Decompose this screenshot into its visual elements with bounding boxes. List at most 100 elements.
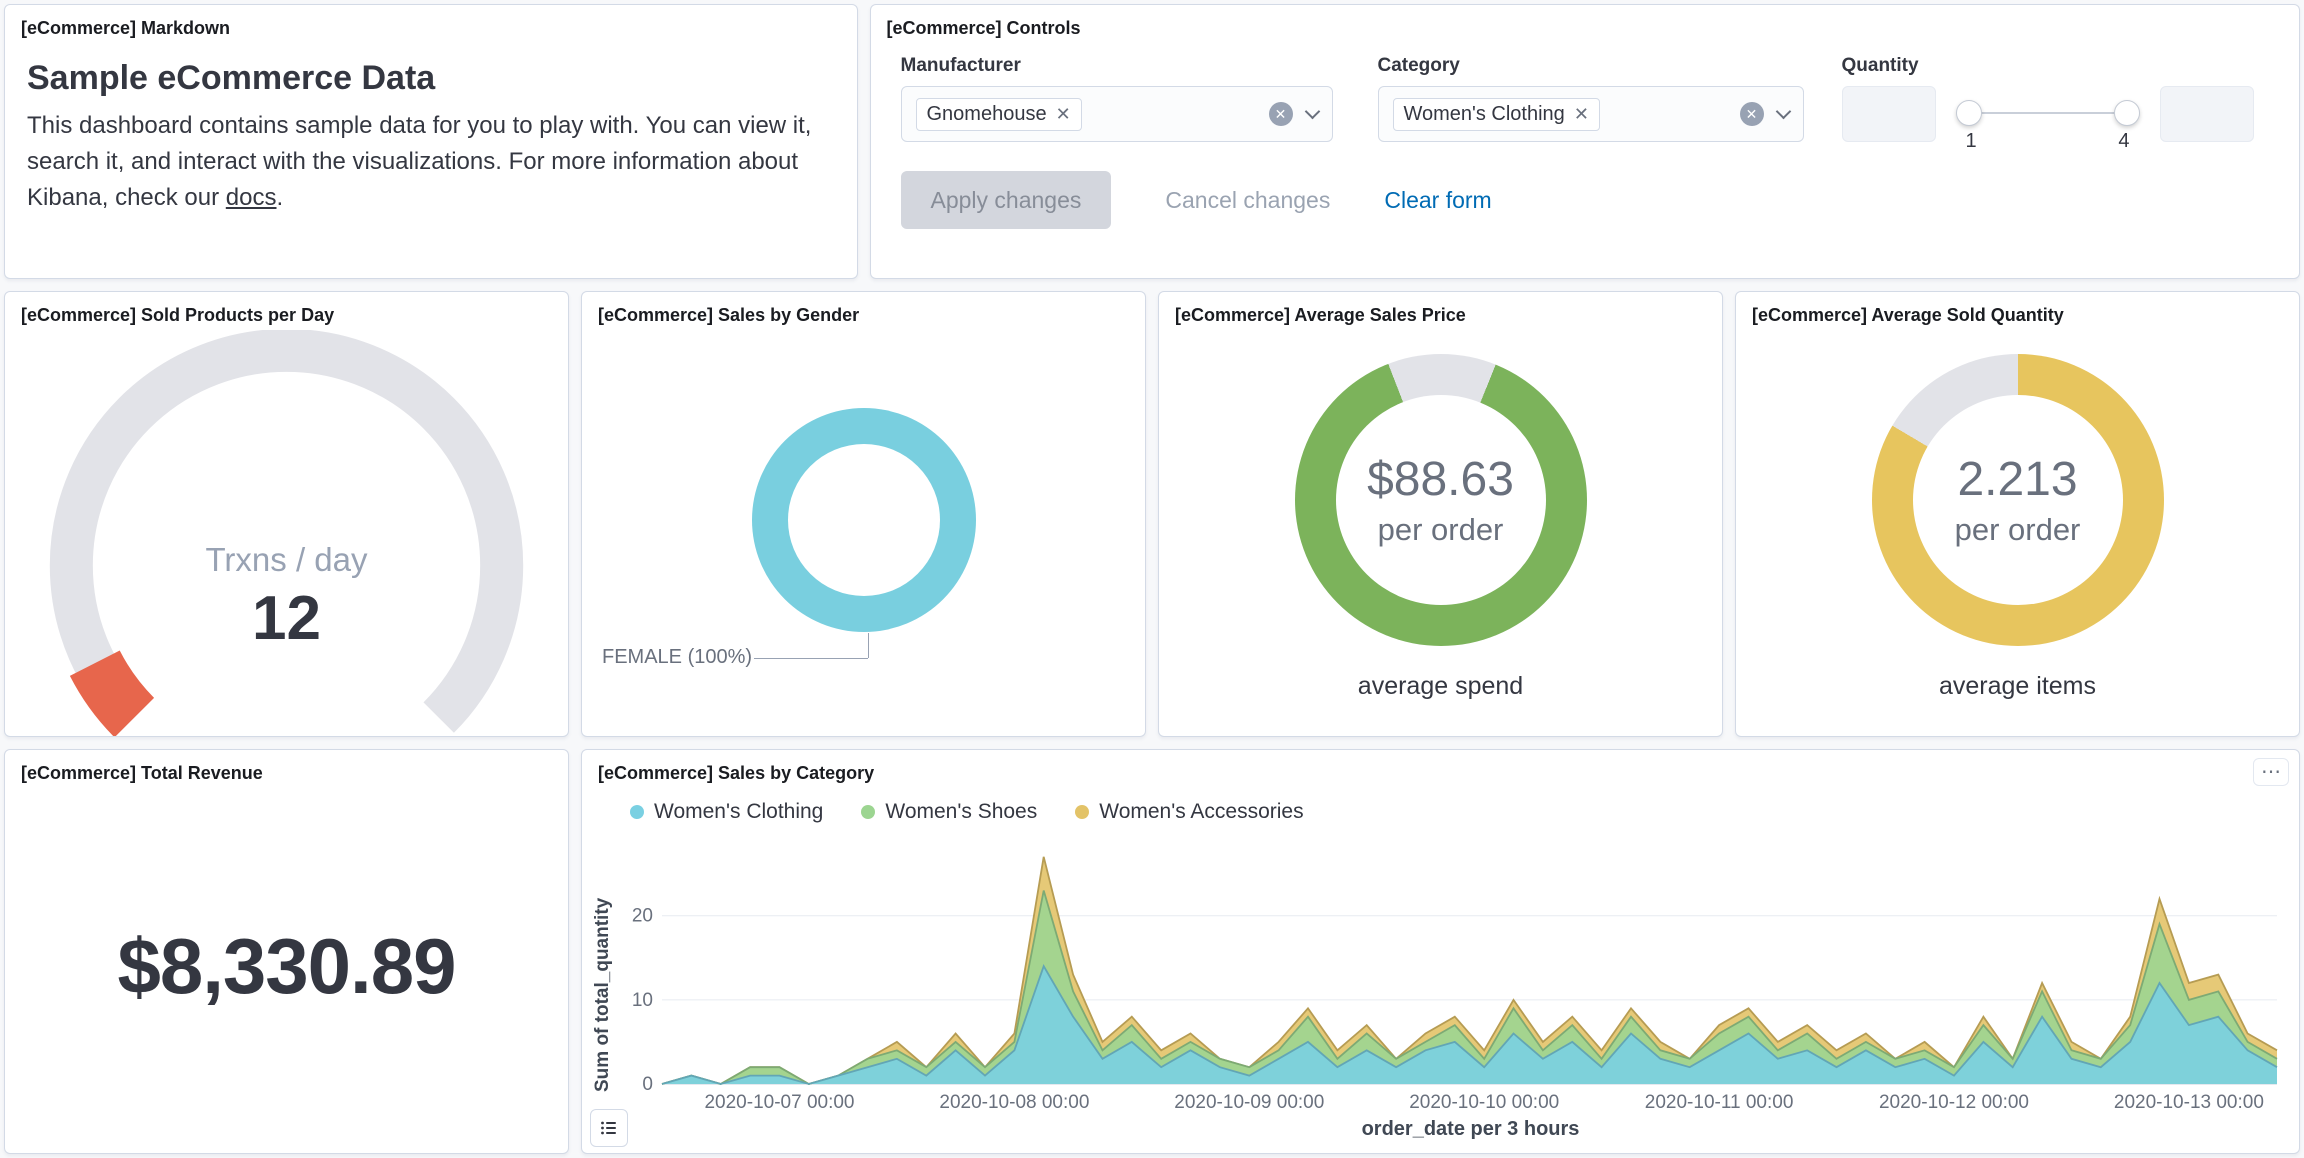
chevron-down-icon[interactable] [1304,103,1320,119]
clear-manufacturer-icon[interactable]: ✕ [1269,102,1293,126]
clear-form-link[interactable]: Clear form [1384,187,1491,214]
total-revenue-value: $8,330.89 [5,788,568,1153]
goal-center-text: 2.213 per order [1913,395,2123,605]
panel-options-icon[interactable]: ⋯ [2253,758,2289,786]
panel-title-avg-price: [eCommerce] Average Sales Price [1159,292,1722,330]
markdown-heading: Sample eCommerce Data [27,59,835,98]
panel-title-markdown: [eCommerce] Markdown [5,5,857,43]
svg-text:2020-10-08 00:00: 2020-10-08 00:00 [939,1092,1089,1113]
svg-text:2020-10-12 00:00: 2020-10-12 00:00 [1879,1092,2029,1113]
legend-color-dot [861,805,875,819]
goal-center-text: $88.63 per order [1336,395,1546,605]
legend-toggle-button[interactable] [590,1109,628,1147]
slider-handle-min[interactable] [1956,100,1982,126]
svg-text:2020-10-10 00:00: 2020-10-10 00:00 [1409,1092,1559,1113]
quantity-max-input[interactable] [2160,86,2254,142]
legend-color-dot [1075,805,1089,819]
donut-hole [788,444,940,596]
controls-buttons-row: Apply changes Cancel changes Clear form [901,171,2270,229]
remove-category-icon[interactable]: ✕ [1574,105,1589,123]
callout-line [868,633,869,658]
remove-manufacturer-icon[interactable]: ✕ [1056,105,1071,123]
legend-item[interactable]: Women's Shoes [861,800,1037,824]
panel-average-sales-price: [eCommerce] Average Sales Price $88.63 p… [1158,291,1723,737]
panel-title-revenue: [eCommerce] Total Revenue [5,750,568,788]
category-selected-pill: Women's Clothing ✕ [1393,98,1600,131]
quantity-row: 1 4 [1842,86,2270,146]
y-axis-title: Sum of total_quantity [592,832,620,1118]
avg-price-goal-host: $88.63 per order average spend [1159,330,1722,736]
avg-quantity-goal-host: 2.213 per order average items [1736,330,2299,736]
quantity-min-input[interactable] [1842,86,1936,142]
combobox-controls: ✕ [1740,102,1789,126]
panel-markdown: [eCommerce] Markdown Sample eCommerce Da… [4,4,858,279]
quantity-label: Quantity [1842,55,2270,77]
avg-quantity-donut-chart[interactable]: 2.213 per order [1872,354,2164,646]
goal-caption: average spend [1358,672,1523,701]
svg-text:2020-10-11 00:00: 2020-10-11 00:00 [1645,1092,1794,1113]
manufacturer-combobox[interactable]: Gnomehouse ✕ ✕ [901,86,1333,142]
panel-controls: [eCommerce] Controls Manufacturer Gnomeh… [870,4,2301,279]
legend-item[interactable]: Women's Accessories [1075,800,1303,824]
goal-unit: per order [1955,512,2081,548]
goal-caption: average items [1939,672,2096,701]
category-selected-value: Women's Clothing [1404,103,1565,126]
quantity-control: Quantity 1 4 [1842,55,2270,146]
goal-value: $88.63 [1367,452,1514,507]
chart-legend: Women's Clothing Women's Shoes Women's Acc… [630,796,2299,828]
pie-slice-label: FEMALE (100%) [602,646,752,669]
markdown-body: Sample eCommerce Data This dashboard con… [5,43,857,216]
markdown-paragraph: This dashboard contains sample data for … [27,108,835,216]
manufacturer-selected-pill: Gnomehouse ✕ [916,98,1082,131]
panel-title-gauge: [eCommerce] Sold Products per Day [5,292,568,330]
gender-donut-chart[interactable] [752,408,976,632]
category-label: Category [1378,55,1804,77]
panel-title-category: [eCommerce] Sales by Category [582,750,2299,788]
goal-value: 2.213 [1957,452,2077,507]
category-combobox[interactable]: Women's Clothing ✕ ✕ [1378,86,1804,142]
goal-unit: per order [1378,512,1504,548]
panel-sales-by-gender: [eCommerce] Sales by Gender FEMALE (100%… [581,291,1146,737]
apply-changes-button[interactable]: Apply changes [901,171,1112,229]
slider-max-value: 4 [2118,130,2129,153]
avg-price-donut-chart[interactable]: $88.63 per order [1295,354,1587,646]
legend-list-icon [599,1118,619,1138]
panel-title-gender: [eCommerce] Sales by Gender [582,292,1145,330]
cancel-changes-button[interactable]: Cancel changes [1159,186,1336,215]
quantity-slider[interactable]: 1 4 [1958,86,2138,146]
manufacturer-label: Manufacturer [901,55,1333,77]
callout-line [754,658,868,659]
slider-track [1958,112,2138,114]
svg-text:0: 0 [642,1074,653,1095]
panel-total-revenue: [eCommerce] Total Revenue $8,330.89 [4,749,569,1154]
manufacturer-selected-value: Gnomehouse [927,103,1047,126]
manufacturer-control: Manufacturer Gnomehouse ✕ ✕ [901,55,1333,146]
panel-sold-products-per-day: [eCommerce] Sold Products per Day Trxns … [4,291,569,737]
panel-sales-by-category: [eCommerce] Sales by Category ⋯ Women's … [581,749,2300,1154]
panel-title-controls: [eCommerce] Controls [871,5,2300,43]
x-axis-title: order_date per 3 hours [642,1118,2299,1141]
dashboard: [eCommerce] Markdown Sample eCommerce Da… [0,0,2304,1158]
svg-text:10: 10 [632,990,653,1011]
svg-text:20: 20 [632,906,653,927]
markdown-text: This dashboard contains sample data for … [27,112,811,211]
controls-row: Manufacturer Gnomehouse ✕ ✕ Category [901,55,2270,146]
slider-handle-max[interactable] [2114,100,2140,126]
gauge-chart[interactable]: Trxns / day 12 [5,330,568,736]
svg-text:2020-10-07 00:00: 2020-10-07 00:00 [704,1092,854,1113]
docs-link[interactable]: docs [226,184,277,211]
panel-average-sold-quantity: [eCommerce] Average Sold Quantity 2.213 … [1735,291,2300,737]
svg-text:2020-10-13 00:00: 2020-10-13 00:00 [2114,1092,2264,1113]
slider-min-value: 1 [1966,130,1977,153]
gender-pie-host: FEMALE (100%) [582,330,1145,736]
panel-title-avg-quantity: [eCommerce] Average Sold Quantity [1736,292,2299,330]
area-chart[interactable]: 0 10 20 2020-10-07 00:00 2020-10-08 00:00 202… [620,832,2285,1118]
chevron-down-icon[interactable] [1775,103,1791,119]
svg-text:2020-10-09 00:00: 2020-10-09 00:00 [1174,1092,1324,1113]
combobox-controls: ✕ [1269,102,1318,126]
legend-item[interactable]: Women's Clothing [630,800,823,824]
clear-category-icon[interactable]: ✕ [1740,102,1764,126]
area-chart-wrap: Sum of total_quantity 0 10 20 2020-10-07 00… [592,832,2285,1118]
category-control: Category Women's Clothing ✕ ✕ [1378,55,1804,146]
legend-color-dot [630,805,644,819]
